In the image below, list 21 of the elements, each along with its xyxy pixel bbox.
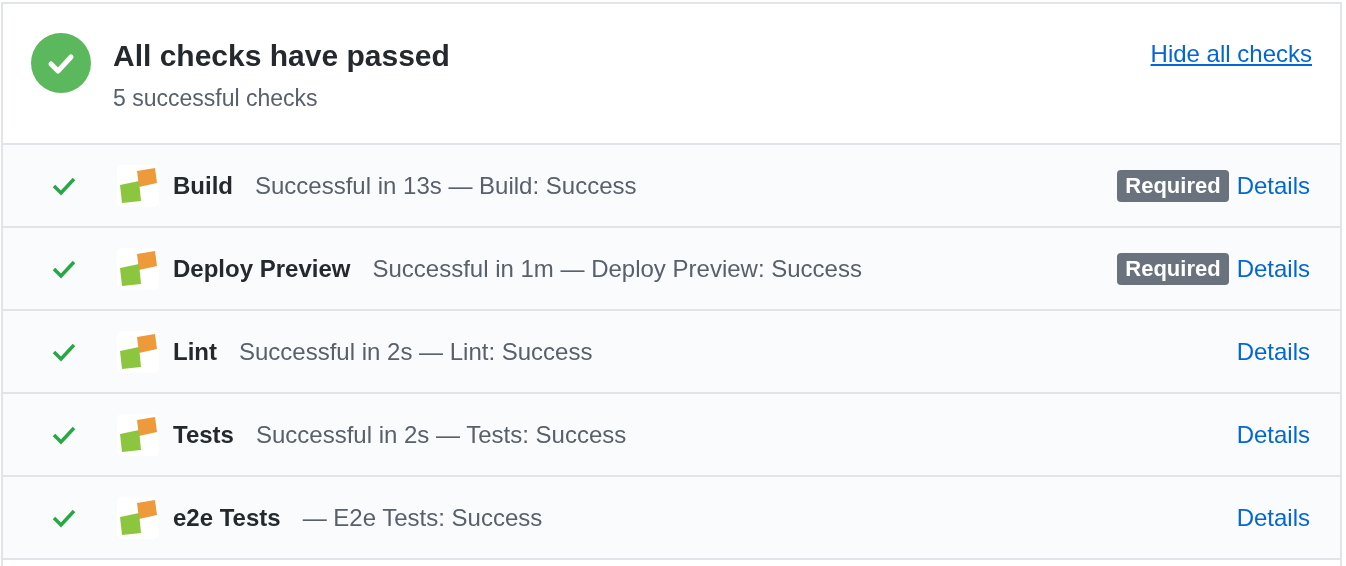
required-label: Required	[1117, 252, 1229, 285]
summary-title: All checks have passed	[113, 39, 451, 73]
check-name: Tests	[173, 420, 234, 449]
check-circle-icon	[31, 33, 91, 93]
check-description: — E2e Tests: Success	[302, 503, 544, 532]
details-link[interactable]: Details	[1236, 420, 1310, 449]
check-description: Successful in 13s — Build: Success	[255, 171, 638, 200]
hide-checks-link[interactable]: Hide all checks	[1150, 40, 1312, 68]
required-label: Required	[1117, 169, 1229, 202]
details-link[interactable]: Details	[1236, 254, 1310, 283]
check-description: Successful in 2s — Lint: Success	[239, 337, 594, 366]
check-name: Build	[173, 171, 233, 200]
check-description: Successful in 1m — Deploy Preview: Success	[372, 254, 863, 283]
check-name: Lint	[173, 337, 217, 366]
details-link[interactable]: Details	[1236, 337, 1310, 366]
check-name: e2e Tests	[173, 503, 281, 532]
check-description: Successful in 2s — Tests: Success	[255, 420, 628, 449]
details-link[interactable]: Details	[1236, 503, 1310, 532]
check-name: Deploy Preview	[173, 254, 351, 283]
details-link[interactable]: Details	[1236, 171, 1310, 200]
summary-subtitle: 5 successful checks	[113, 85, 319, 112]
